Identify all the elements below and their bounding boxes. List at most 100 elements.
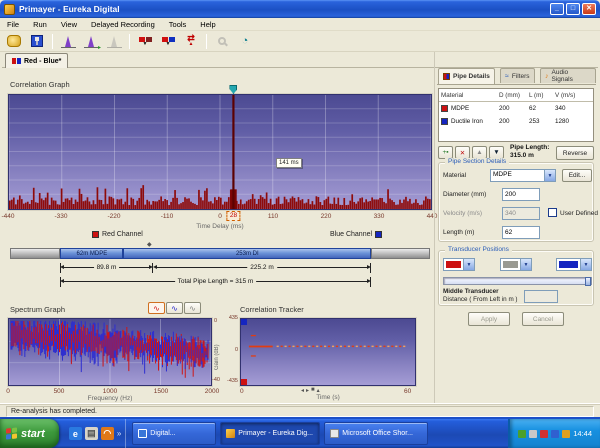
menu-delayed-recording[interactable]: Delayed Recording: [84, 20, 162, 29]
transducer-spacing-button[interactable]: ⇄▲: [180, 32, 202, 51]
right-transducer-combo[interactable]: ▼: [556, 258, 592, 271]
velocity-label: Velocity (m/s): [443, 210, 482, 217]
menu-run[interactable]: Run: [26, 20, 54, 29]
transducer-position-slider[interactable]: [443, 277, 592, 285]
edit-material-button[interactable]: Edit...: [562, 169, 592, 182]
chevron-down-icon[interactable]: ▼: [463, 259, 474, 270]
tracker-red-corner: [241, 379, 247, 385]
tray-network-icon[interactable]: [551, 430, 559, 438]
peak-locked-icon: [107, 35, 122, 48]
pipe-length-value: 315.0 m: [510, 152, 549, 160]
correlation-locked-button[interactable]: [103, 32, 125, 51]
menu-view[interactable]: View: [54, 20, 84, 29]
tracker-ytick-mid: 0: [222, 347, 238, 353]
velocity-field[interactable]: [502, 207, 540, 220]
task-primayer[interactable]: Primayer - Eureka Dig...: [220, 422, 320, 445]
task-office[interactable]: Microsoft Office Shor...: [324, 422, 428, 445]
right-span-value: 225.2 m: [247, 263, 277, 272]
internet-explorer-icon[interactable]: e: [69, 427, 82, 440]
middle-transducer-combo[interactable]: ▼: [500, 258, 532, 271]
slider-thumb[interactable]: [585, 277, 591, 286]
diameter-label: Diameter (mm): [443, 191, 486, 198]
download-red-logger-button[interactable]: ▼: [134, 32, 156, 51]
correlation-plot-svg: [9, 95, 431, 209]
user-defined-label: User Defined: [560, 210, 598, 217]
correlation-zoom-button[interactable]: ▸: [80, 32, 102, 51]
maximize-button[interactable]: □: [566, 3, 580, 15]
spectrum-plot[interactable]: [8, 318, 212, 386]
chevron-down-icon[interactable]: ▼: [544, 170, 555, 181]
save-button[interactable]: [26, 32, 48, 51]
chevron-down-icon[interactable]: ▼: [580, 259, 591, 270]
show-desktop-icon[interactable]: ▤: [85, 427, 98, 440]
pipe-section-details-title: Pipe Section Details: [445, 158, 509, 165]
close-button[interactable]: ✕: [582, 3, 596, 15]
tick-label: 330: [374, 213, 385, 220]
user-defined-checkbox[interactable]: [548, 208, 557, 217]
correlation-plot[interactable]: [8, 94, 432, 210]
tick-label: -110: [161, 213, 174, 220]
pipe-left-cap: [10, 248, 60, 259]
total-length-value: Total Pipe Length = 315 m: [175, 277, 257, 286]
transducer-positions-title: Transducer Positions: [445, 246, 512, 253]
tick-label: 0: [6, 388, 10, 395]
mdpe-color-icon: [441, 105, 448, 112]
start-button[interactable]: start: [0, 419, 59, 448]
pipe-segment-di[interactable]: 253m DI: [123, 248, 371, 259]
overflow-chevron-icon[interactable]: »: [117, 429, 121, 438]
both-waves-toggle[interactable]: ∿: [184, 302, 201, 314]
apply-button[interactable]: Apply: [468, 312, 510, 326]
cancel-button[interactable]: Cancel: [522, 312, 564, 326]
media-player-icon[interactable]: ◠: [101, 427, 114, 440]
pipe-segment-mdpe[interactable]: 62m MDPE: [60, 248, 123, 259]
new-correlation-button[interactable]: [3, 32, 25, 51]
correlation-graph-button[interactable]: [57, 32, 79, 51]
tray-shield-icon[interactable]: [518, 430, 526, 438]
tray-device-icon[interactable]: [529, 430, 537, 438]
ductile-iron-color-icon: [441, 118, 448, 125]
table-row[interactable]: Ductile Iron 200 253 1280: [439, 115, 593, 128]
table-row[interactable]: MDPE 200 62 340: [439, 102, 593, 115]
right-span-measure: 225.2 m: [153, 263, 371, 273]
correlation-cursor-marker[interactable]: [229, 85, 237, 94]
menu-tools[interactable]: Tools: [162, 20, 194, 29]
zoom-button[interactable]: [211, 32, 233, 51]
desktop: Primayer - Eureka Digital _ □ ✕ File Run…: [0, 0, 600, 448]
minimize-button[interactable]: _: [550, 3, 564, 15]
tray-volume-icon[interactable]: [562, 430, 570, 438]
tracker-up-button[interactable]: ▴: [316, 387, 321, 394]
correlation-tracker-title: Correlation Tracker: [240, 305, 304, 314]
tray-alert-icon[interactable]: [540, 430, 548, 438]
window-titlebar[interactable]: Primayer - Eureka Digital _ □ ✕: [0, 0, 600, 18]
spectrum-y-axis-label: Gain (dB): [214, 334, 220, 370]
middle-distance-field[interactable]: [524, 290, 558, 303]
red-wave-toggle[interactable]: ∿: [148, 302, 165, 314]
left-transducer-combo[interactable]: ▼: [443, 258, 475, 271]
tab-pipe-details[interactable]: Pipe Details: [438, 68, 495, 84]
pipe-right-cap: [371, 248, 430, 259]
pipe-details-icon: [443, 73, 450, 80]
menu-help[interactable]: Help: [193, 20, 222, 29]
world-button[interactable]: ◔: [234, 32, 256, 51]
tab-red-blue[interactable]: Red - Blue*: [5, 53, 68, 68]
chevron-down-icon[interactable]: ▼: [520, 259, 531, 270]
tab-filters[interactable]: ≈ Filters: [500, 68, 535, 83]
taskbar-clock[interactable]: 14:44: [573, 429, 592, 438]
total-length-measure: Total Pipe Length = 315 m: [60, 277, 371, 287]
material-combo[interactable]: MDPE ▼: [490, 169, 556, 182]
menu-file[interactable]: File: [0, 20, 26, 29]
tab-audio-signals[interactable]: ♪ Audio Signals: [540, 68, 596, 83]
window-title: Primayer - Eureka Digital: [19, 4, 120, 14]
diameter-field[interactable]: [502, 188, 540, 201]
correlation-tracker-plot[interactable]: [240, 318, 416, 386]
spectrum-x-axis-label: Frequency (Hz): [8, 395, 212, 402]
download-blue-logger-button[interactable]: ▼: [157, 32, 179, 51]
middle-transducer-marker[interactable]: ◆: [147, 241, 152, 248]
length-field[interactable]: [502, 226, 540, 239]
cursor-tick[interactable]: 28: [227, 211, 240, 221]
toolbar-separator: [129, 34, 130, 49]
blue-wave-toggle[interactable]: ∿: [166, 302, 183, 314]
reverse-button[interactable]: Reverse: [556, 146, 594, 160]
pipe-diagram: 62m MDPE 253m DI: [10, 248, 430, 259]
task-digital[interactable]: Digital...: [132, 422, 216, 445]
